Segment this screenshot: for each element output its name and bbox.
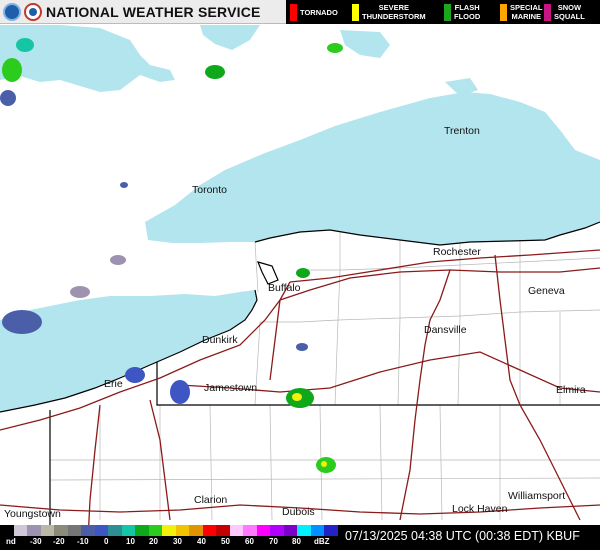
warning-snow-squall[interactable]: SNOW SQUALL: [540, 0, 600, 24]
dbz-color-scale: nd -30 -20 -10 0 10 20 30 40 50 60 70 80…: [0, 525, 338, 550]
scale-tick: 80: [292, 537, 301, 546]
radar-map[interactable]: [0, 0, 600, 550]
scale-tick: 40: [197, 537, 206, 546]
scale-color-cell: [310, 525, 325, 536]
city-label-trenton: Trenton: [444, 125, 480, 137]
warnings-legend: TORNADO SEVERE THUNDERSTORM FLASH FLOOD SP…: [286, 0, 600, 24]
echo-cell: [120, 182, 128, 188]
scale-color-cell: [283, 525, 298, 536]
scale-tick: 0: [104, 537, 109, 546]
nws-logo-icon[interactable]: [24, 3, 42, 21]
warning-color-swatch: [290, 4, 297, 21]
echo-cell: [292, 393, 302, 401]
footer-bar: nd -30 -20 -10 0 10 20 30 40 50 60 70 80…: [0, 525, 600, 550]
header-title: NATIONAL WEATHER SERVICE: [46, 4, 261, 20]
warning-label: FLASH FLOOD: [454, 3, 481, 21]
scale-color-cell: [54, 525, 68, 536]
scale-color-cell: [175, 525, 190, 536]
echo-cell: [321, 461, 327, 467]
scale-color-cell: [297, 525, 311, 536]
city-label-jamestown: Jamestown: [204, 382, 258, 394]
echo-cell: [110, 255, 126, 265]
echo-cell: [2, 58, 22, 82]
scale-color-cell: [148, 525, 163, 536]
city-label-clarion: Clarion: [194, 494, 228, 506]
scale-color-cell: [229, 525, 244, 536]
city-label-youngstown: Youngstown: [4, 508, 61, 520]
echo-cell: [2, 310, 42, 334]
warning-label: TORNADO: [300, 8, 338, 17]
warning-color-swatch: [544, 4, 551, 21]
scale-color-cell: [121, 525, 136, 536]
scale-color-cell: [135, 525, 149, 536]
warning-label: SPECIAL MARINE: [510, 3, 543, 21]
city-label-buffalo: Buffalo: [268, 282, 301, 294]
dbz-scale-bar: [0, 525, 338, 536]
scale-color-cell: [216, 525, 230, 536]
scale-tick: 60: [245, 537, 254, 546]
scale-tick: -20: [53, 537, 65, 546]
scale-tick: 70: [269, 537, 278, 546]
scale-tick: dBZ: [314, 537, 330, 546]
scale-color-cell: [108, 525, 122, 536]
scale-color-cell: [270, 525, 284, 536]
scale-color-cell: [40, 525, 55, 536]
scale-color-cell: [13, 525, 28, 536]
scale-tick: 10: [126, 537, 135, 546]
city-label-dunkirk: Dunkirk: [202, 334, 238, 346]
scale-color-cell: [81, 525, 95, 536]
city-label-erie: Erie: [104, 378, 123, 390]
scale-color-cell: [202, 525, 217, 536]
warning-label: SEVERE THUNDERSTORM: [362, 3, 426, 21]
echo-cell: [0, 90, 16, 106]
scale-tick: -10: [77, 537, 89, 546]
scale-color-cell: [94, 525, 109, 536]
echo-cell: [70, 286, 90, 298]
scale-color-cell: [162, 525, 176, 536]
noaa-logo-icon[interactable]: [3, 3, 21, 21]
scale-color-cell: [256, 525, 271, 536]
scale-tick: 30: [173, 537, 182, 546]
scale-color-cell: [0, 525, 14, 536]
scale-tick: 20: [149, 537, 158, 546]
city-label-williamsport: Williamsport: [508, 490, 566, 502]
scale-tick: nd: [6, 537, 16, 546]
echo-cell: [170, 380, 190, 404]
city-label-rochester: Rochester: [433, 246, 481, 258]
scale-tick: -30: [30, 537, 42, 546]
radar-timestamp: 07/13/2025 04:38 UTC (00:38 EDT) KBUF: [345, 529, 580, 543]
echo-cell: [205, 65, 225, 79]
city-label-dansville: Dansville: [424, 324, 467, 336]
echo-cell: [125, 367, 145, 383]
city-label-dubois: Dubois: [282, 506, 315, 518]
city-label-toronto: Toronto: [192, 184, 228, 196]
warning-flash-flood[interactable]: FLASH FLOOD: [440, 0, 496, 24]
city-label-elmira: Elmira: [556, 384, 586, 396]
city-label-lock-haven: Lock Haven: [452, 503, 508, 515]
scale-color-cell: [189, 525, 203, 536]
echo-cell: [16, 38, 34, 52]
warning-color-swatch: [500, 4, 507, 21]
warning-tornado[interactable]: TORNADO: [286, 0, 348, 24]
scale-color-cell: [27, 525, 41, 536]
scale-color-cell: [67, 525, 82, 536]
warning-label: SNOW SQUALL: [554, 3, 585, 21]
city-label-geneva: Geneva: [528, 285, 565, 297]
scale-color-cell: [324, 525, 338, 536]
warning-color-swatch: [444, 4, 451, 21]
echo-cell: [296, 268, 310, 278]
warning-color-swatch: [352, 4, 359, 21]
echo-cell: [296, 343, 308, 351]
warning-severe-thunderstorm[interactable]: SEVERE THUNDERSTORM: [348, 0, 440, 24]
scale-color-cell: [243, 525, 257, 536]
echo-cell: [327, 43, 343, 53]
scale-tick: 50: [221, 537, 230, 546]
